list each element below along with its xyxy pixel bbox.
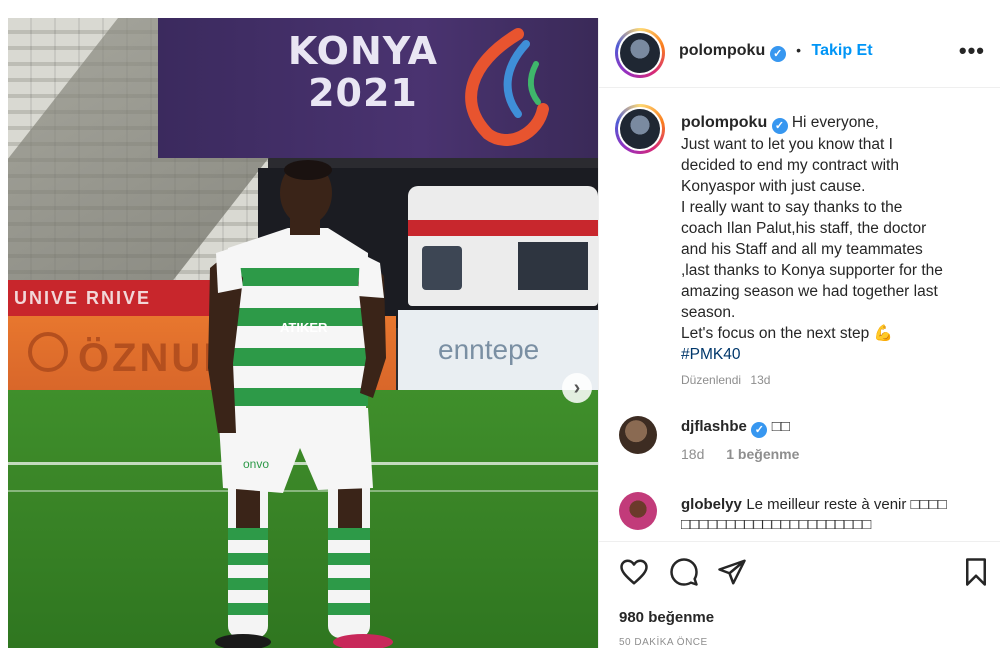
comment-item: globelyy Le meilleur reste à venir □□□□ [681,496,991,514]
comment-avatar[interactable] [619,416,657,454]
ambulance [408,186,598,306]
comment-likes[interactable]: 1 beğenme [726,446,799,462]
bookmark-icon[interactable] [961,557,991,587]
caption-username[interactable]: polompoku [681,114,767,131]
comment-text-cont: □□□□□□□□□□□□□□□□□□□□□ [681,516,872,533]
comment-username[interactable]: djflashbe [681,418,747,435]
post-time: 50 DAKİKA ÖNCE [619,637,708,648]
follow-button[interactable]: Takip Et [811,42,872,59]
comment-meta: 18d 1 beğenme [681,446,800,462]
comment-avatar[interactable] [619,492,657,530]
share-icon[interactable] [717,557,747,587]
svg-text:ATIKER: ATIKER [280,320,328,335]
verified-icon: ✓ [751,422,768,438]
post-caption: polompoku ✓ Hi everyone, Just want to le… [681,114,943,363]
comment-icon[interactable] [669,557,699,587]
caption-avatar[interactable] [615,104,665,154]
flexed-biceps-emoji: 💪 [873,325,893,342]
more-icon[interactable]: ••• [959,38,985,64]
hashtag-link[interactable]: #PMK40 [681,346,740,363]
likes-count[interactable]: 980 beğenme [619,609,714,626]
banner-text: KONYA 2021 [287,29,439,115]
verified-icon: ✓ [771,118,788,134]
chevron-right-icon[interactable]: › [562,373,592,403]
comment-username[interactable]: globelyy [681,496,742,513]
comment-text: □□ [771,418,790,435]
heart-icon[interactable] [619,557,649,587]
banner-logo [465,28,549,146]
header-username[interactable]: polompoku [679,42,765,59]
comment-item: djflashbe ✓ □□ [681,418,790,438]
verified-icon: ✓ [769,46,786,62]
player-figure: onvo ATIKER [208,160,393,648]
avatar[interactable] [615,28,665,78]
post-header: polompoku ✓ • Takip Et ••• [599,18,1000,88]
svg-text:onvo: onvo [243,457,269,471]
post-panel: polompoku ✓ • Takip Et ••• polompoku ✓ H… [598,18,1000,648]
post-photo[interactable]: KONYA 2021 UNIVE RNIVE ÖZNUR enntepe onv… [8,18,598,648]
comment-text: Le meilleur reste à venir □□□□ [746,496,947,513]
post-actions: 980 beğenme 50 DAKİKA ÖNCE [599,541,1000,648]
caption-meta: Düzenlendi 13d [681,373,771,387]
